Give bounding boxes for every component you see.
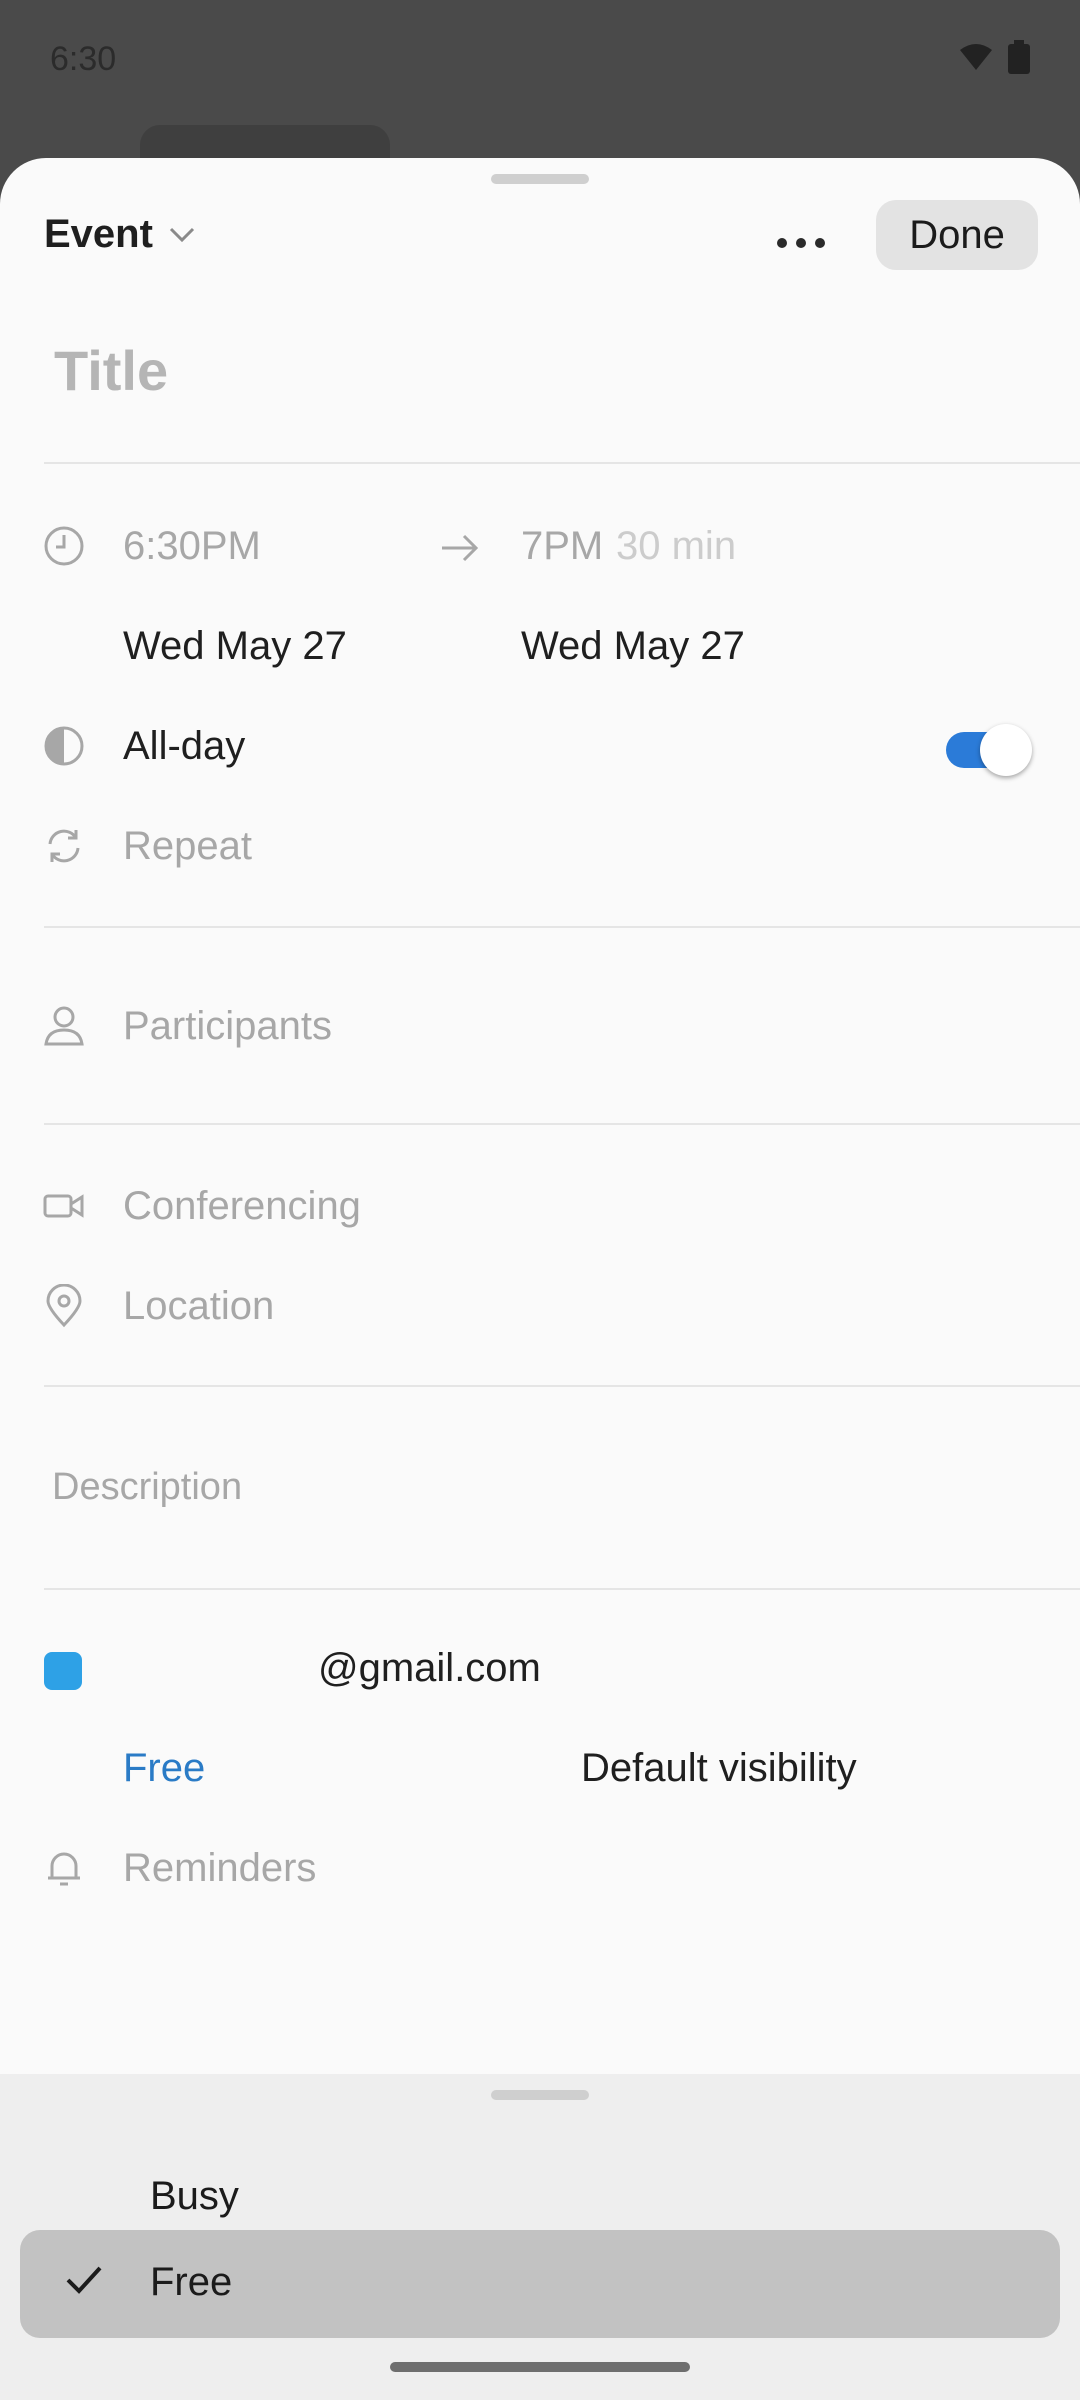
reminders-option[interactable]: Reminders xyxy=(123,1846,316,1891)
availability-picker-sheet: Busy Free xyxy=(0,2074,1080,2400)
sheet-drag-handle[interactable] xyxy=(491,174,589,184)
end-time[interactable]: 7PM xyxy=(521,524,603,569)
repeat-option[interactable]: Repeat xyxy=(123,824,252,869)
status-bar: 6:30 xyxy=(0,0,1080,125)
location-option[interactable]: Location xyxy=(123,1284,274,1329)
more-horizontal-icon xyxy=(777,238,825,248)
calendar-account[interactable]: @gmail.com xyxy=(318,1646,541,1691)
event-editor-sheet: Event Done 6:30PM 7PM 30 min Wed May 27 … xyxy=(0,158,1080,2400)
visibility-option[interactable]: Default visibility xyxy=(581,1746,857,1791)
bell-icon xyxy=(48,1852,80,1886)
divider xyxy=(44,462,1080,464)
arrow-right-icon xyxy=(442,534,479,562)
battery-icon xyxy=(1008,40,1030,74)
video-camera-icon xyxy=(43,1194,84,1218)
person-icon xyxy=(44,1006,84,1046)
picker-drag-handle[interactable] xyxy=(491,2090,589,2100)
event-type-label: Event xyxy=(44,212,153,256)
chevron-down-icon xyxy=(169,227,194,242)
status-time: 6:30 xyxy=(50,40,117,78)
gesture-nav-bar[interactable] xyxy=(390,2362,690,2372)
more-options-button[interactable] xyxy=(768,218,834,268)
checkmark-icon xyxy=(66,2266,102,2294)
participants-option[interactable]: Participants xyxy=(123,1004,332,1049)
end-date[interactable]: Wed May 27 xyxy=(521,624,745,669)
divider xyxy=(44,1123,1080,1125)
divider xyxy=(44,926,1080,928)
toggle-thumb xyxy=(980,724,1032,776)
event-duration: 30 min xyxy=(616,524,737,568)
description-input[interactable]: Description xyxy=(52,1466,242,1509)
start-time[interactable]: 6:30PM xyxy=(123,524,261,569)
status-icons xyxy=(958,40,1030,74)
clock-icon xyxy=(44,526,84,566)
conferencing-option[interactable]: Conferencing xyxy=(123,1184,361,1229)
event-type-selector[interactable]: Event xyxy=(44,212,195,257)
divider xyxy=(44,1385,1080,1387)
option-label: Busy xyxy=(150,2174,239,2218)
wifi-icon xyxy=(960,44,992,70)
done-button[interactable]: Done xyxy=(876,200,1038,270)
start-date[interactable]: Wed May 27 xyxy=(123,624,347,669)
option-label: Free xyxy=(150,2260,233,2304)
all-day-toggle[interactable] xyxy=(946,720,1032,780)
divider xyxy=(44,1588,1080,1590)
repeat-icon xyxy=(48,829,80,863)
location-pin-icon xyxy=(46,1284,82,1328)
availability-option-free[interactable]: Free xyxy=(20,2230,1060,2338)
all-day-label: All-day xyxy=(123,724,246,768)
calendar-color-swatch[interactable] xyxy=(44,1652,82,1690)
title-input[interactable] xyxy=(52,324,1016,416)
availability-option[interactable]: Free xyxy=(123,1746,205,1791)
half-circle-icon xyxy=(44,726,84,766)
